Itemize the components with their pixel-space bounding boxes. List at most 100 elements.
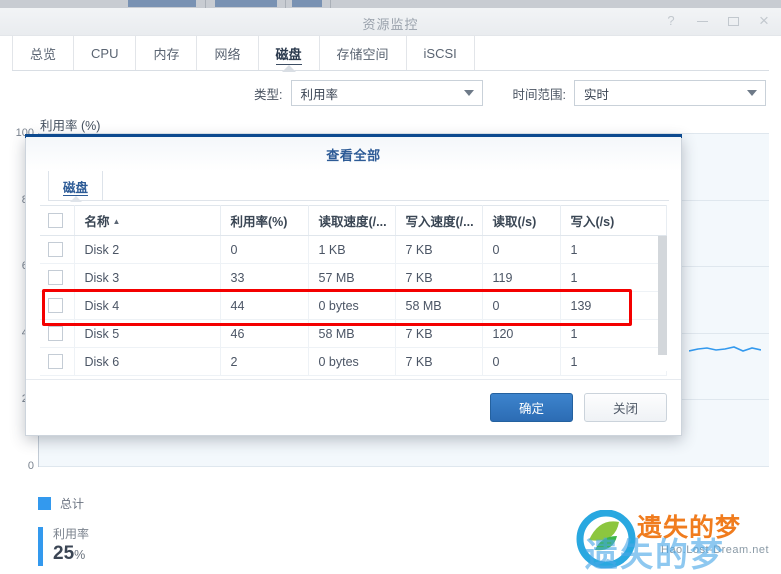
confirm-button[interactable]: 确定 <box>490 393 573 422</box>
cell-name: Disk 2 <box>74 235 221 264</box>
table-row[interactable]: Disk 5 46 58 MB 7 KB 120 1 <box>40 319 667 348</box>
filter-toolbar: 类型: 利用率 时间范围: 实时 <box>0 71 781 115</box>
cell-read-ops: 120 <box>482 319 561 348</box>
watermark: 遗失的梦 Hao.Lost-Dream.net 遗失的梦 <box>575 506 775 573</box>
tab-overview[interactable]: 总览 <box>12 36 75 71</box>
desktop-taskbar-strip <box>0 0 781 8</box>
column-header-write-speed[interactable]: 写入速度(/... <box>395 205 483 236</box>
chevron-down-icon <box>747 90 757 96</box>
help-icon[interactable]: ? <box>664 13 678 29</box>
column-header-label: 名称 <box>84 215 110 229</box>
select-all-checkbox[interactable] <box>48 213 63 229</box>
tab-label: 总览 <box>30 47 57 62</box>
tab-label: iSCSI <box>423 46 457 61</box>
main-tabbar: 总览 CPU 内存 网络 磁盘 存储空间 iSCSI <box>0 36 781 72</box>
cell-read-speed: 0 bytes <box>308 291 396 320</box>
window-controls: ? <box>664 13 771 29</box>
cell-write-ops: 1 <box>560 235 667 264</box>
utilization-stat-value: 25 <box>53 543 75 565</box>
cell-write-speed: 7 KB <box>395 319 483 348</box>
column-header-label: 利用率(%) <box>230 215 288 229</box>
column-header-read-speed[interactable]: 读取速度(/... <box>308 205 396 236</box>
minimize-icon[interactable] <box>695 13 709 29</box>
cell-name: Disk 4 <box>74 291 221 320</box>
table-row[interactable]: Disk 4 44 0 bytes 58 MB 0 139 <box>40 291 667 320</box>
cell-read-ops: 119 <box>482 263 561 292</box>
cell-name: Disk 6 <box>74 347 221 376</box>
cell-read-speed: 1 KB <box>308 235 396 264</box>
screen-root: 资源监控 ? 总览 CPU 内存 网络 磁盘 存储空间 iSCSI 类型: 利用… <box>0 0 781 574</box>
cell-write-speed: 7 KB <box>395 235 483 264</box>
gridline: 0 <box>28 460 769 472</box>
column-header-write-ops[interactable]: 写入(/s) <box>560 205 667 236</box>
watermark-ghost: 遗失的梦 <box>585 536 725 573</box>
cell-name: Disk 5 <box>74 319 221 348</box>
cell-utilization: 33 <box>220 263 309 292</box>
legend-swatch-total <box>38 497 51 510</box>
sort-ascending-icon: ▲ <box>112 217 121 226</box>
cell-write-ops: 1 <box>560 319 667 348</box>
dialog-tabbar-underline <box>48 200 669 201</box>
cell-read-ops: 0 <box>482 347 561 376</box>
close-icon[interactable] <box>757 13 771 29</box>
utilization-stat-label: 利用率 <box>53 527 90 542</box>
table-vertical-scrollbar[interactable] <box>658 236 667 371</box>
cell-name: Disk 3 <box>74 263 221 292</box>
row-checkbox[interactable] <box>48 242 63 258</box>
table-row[interactable]: Disk 6 2 0 bytes 7 KB 0 1 <box>40 347 667 376</box>
disk-table: 名称 ▲ 利用率(%) 读取速度(/... 写入速度(/... 读取(/s) 写入… <box>40 205 667 376</box>
dialog-title: 查看全部 <box>326 147 381 163</box>
column-header-read-ops[interactable]: 读取(/s) <box>482 205 561 236</box>
table-header-row: 名称 ▲ 利用率(%) 读取速度(/... 写入速度(/... 读取(/s) 写入… <box>40 205 667 236</box>
row-checkbox[interactable] <box>48 298 63 314</box>
view-all-dialog: 查看全部 磁盘 名称 ▲ 利用率(%) 读取速度(/... 写入速度(/... … <box>25 134 682 436</box>
maximize-icon[interactable] <box>726 13 740 29</box>
row-select-cell[interactable] <box>40 235 75 264</box>
row-checkbox[interactable] <box>48 354 63 370</box>
column-header-label: 写入速度(/... <box>405 215 474 229</box>
tab-disk[interactable]: 磁盘 <box>259 36 320 72</box>
chart-title: 利用率 (%) <box>40 119 101 133</box>
tab-network[interactable]: 网络 <box>197 36 259 71</box>
scrollbar-thumb[interactable] <box>658 236 667 355</box>
tab-memory[interactable]: 内存 <box>136 36 198 71</box>
tab-storage[interactable]: 存储空间 <box>320 36 407 71</box>
disk-table-container: 名称 ▲ 利用率(%) 读取速度(/... 写入速度(/... 读取(/s) 写入… <box>40 205 667 377</box>
active-tab-caret <box>281 65 296 72</box>
time-range-label: 时间范围: <box>512 87 566 102</box>
row-select-cell[interactable] <box>40 347 75 376</box>
legend-label-total: 总计 <box>60 497 85 511</box>
active-tab-caret <box>69 196 82 202</box>
time-range-select[interactable]: 实时 <box>574 80 766 106</box>
row-select-cell[interactable] <box>40 263 75 292</box>
tab-cpu[interactable]: CPU <box>74 36 137 71</box>
cell-write-speed: 58 MB <box>395 291 483 320</box>
dialog-tabbar: 磁盘 <box>26 171 681 202</box>
table-row[interactable]: Disk 3 33 57 MB 7 KB 119 1 <box>40 263 667 292</box>
cell-read-speed: 58 MB <box>308 319 396 348</box>
dialog-tab-label: 磁盘 <box>63 180 89 195</box>
dialog-tab-disk[interactable]: 磁盘 <box>48 171 104 202</box>
column-header-label: 写入(/s) <box>570 215 615 229</box>
cell-read-speed: 57 MB <box>308 263 396 292</box>
tab-label: CPU <box>91 46 119 61</box>
select-all-header[interactable] <box>40 205 75 236</box>
leaf-logo-icon <box>576 510 636 568</box>
tab-label: 内存 <box>153 47 180 62</box>
row-select-cell[interactable] <box>40 319 75 348</box>
row-checkbox[interactable] <box>48 326 63 342</box>
type-filter-select[interactable]: 利用率 <box>290 80 483 106</box>
utilization-series-line <box>689 346 761 352</box>
column-header-utilization[interactable]: 利用率(%) <box>220 205 309 236</box>
table-row[interactable]: Disk 2 0 1 KB 7 KB 0 1 <box>40 235 667 264</box>
close-button[interactable]: 关闭 <box>584 393 667 422</box>
watermark-subtitle: Hao.Lost-Dream.net <box>661 544 770 556</box>
chevron-down-icon <box>463 90 474 96</box>
cell-utilization: 0 <box>220 235 309 264</box>
cell-write-ops: 1 <box>560 263 667 292</box>
row-checkbox[interactable] <box>48 270 63 286</box>
tab-iscsi[interactable]: iSCSI <box>407 36 475 71</box>
chart-legend: 总计 <box>38 495 84 512</box>
column-header-name[interactable]: 名称 ▲ <box>74 205 221 236</box>
row-select-cell[interactable] <box>40 291 75 320</box>
